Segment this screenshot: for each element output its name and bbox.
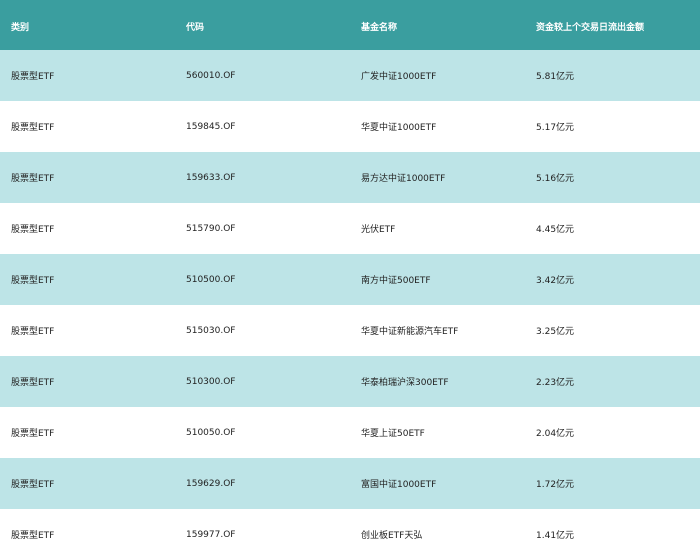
cell-category: 股票型ETF xyxy=(11,327,55,337)
table-row: 股票型ETF 560010.OF 广发中证1000ETF 5.81亿元 xyxy=(0,50,700,101)
cell-code: 560010.OF xyxy=(186,70,236,81)
cell-code: 510500.OF xyxy=(186,274,236,285)
table-row: 股票型ETF 515790.OF 光伏ETF 4.45亿元 xyxy=(0,203,700,254)
cell-code: 515030.OF xyxy=(186,325,236,336)
cell-fund-name: 华夏中证新能源汽车ETF xyxy=(361,327,459,337)
cell-outflow-amount: 1.41亿元 xyxy=(536,531,575,541)
cell-fund-name: 华夏上证50ETF xyxy=(361,429,425,439)
header-category: 类别 xyxy=(11,23,30,33)
cell-code: 159633.OF xyxy=(186,172,236,183)
table-row: 股票型ETF 515030.OF 华夏中证新能源汽车ETF 3.25亿元 xyxy=(0,305,700,356)
cell-category: 股票型ETF xyxy=(11,531,55,541)
cell-fund-name: 创业板ETF天弘 xyxy=(361,531,423,541)
cell-category: 股票型ETF xyxy=(11,378,55,388)
cell-fund-name: 光伏ETF xyxy=(361,225,396,235)
cell-category: 股票型ETF xyxy=(11,174,55,184)
cell-outflow-amount: 3.25亿元 xyxy=(536,327,575,337)
cell-category: 股票型ETF xyxy=(11,225,55,235)
cell-category: 股票型ETF xyxy=(11,123,55,133)
cell-category: 股票型ETF xyxy=(11,276,55,286)
cell-category: 股票型ETF xyxy=(11,480,55,490)
cell-code: 159845.OF xyxy=(186,121,236,132)
header-outflow-amount: 资金较上个交易日流出金额 xyxy=(536,23,645,33)
cell-outflow-amount: 4.45亿元 xyxy=(536,225,575,235)
cell-outflow-amount: 5.81亿元 xyxy=(536,72,575,82)
cell-fund-name: 广发中证1000ETF xyxy=(361,72,437,82)
cell-category: 股票型ETF xyxy=(11,72,55,82)
fund-outflow-table: 类别 代码 基金名称 资金较上个交易日流出金额 股票型ETF 560010.OF… xyxy=(0,0,700,560)
table-row: 股票型ETF 159977.OF 创业板ETF天弘 1.41亿元 xyxy=(0,509,700,560)
table-row: 股票型ETF 510300.OF 华泰柏瑞沪深300ETF 2.23亿元 xyxy=(0,356,700,407)
cell-fund-name: 华夏中证1000ETF xyxy=(361,123,437,133)
cell-code: 159977.OF xyxy=(186,529,236,540)
cell-fund-name: 南方中证500ETF xyxy=(361,276,431,286)
cell-outflow-amount: 5.16亿元 xyxy=(536,174,575,184)
cell-fund-name: 富国中证1000ETF xyxy=(361,480,437,490)
table-row: 股票型ETF 510500.OF 南方中证500ETF 3.42亿元 xyxy=(0,254,700,305)
table-row: 股票型ETF 159629.OF 富国中证1000ETF 1.72亿元 xyxy=(0,458,700,509)
cell-fund-name: 华泰柏瑞沪深300ETF xyxy=(361,378,449,388)
cell-code: 510050.OF xyxy=(186,427,236,438)
cell-code: 510300.OF xyxy=(186,376,236,387)
table-header-row: 类别 代码 基金名称 资金较上个交易日流出金额 xyxy=(0,0,700,50)
cell-outflow-amount: 1.72亿元 xyxy=(536,480,575,490)
cell-fund-name: 易方达中证1000ETF xyxy=(361,174,446,184)
cell-outflow-amount: 2.04亿元 xyxy=(536,429,575,439)
table-row: 股票型ETF 159845.OF 华夏中证1000ETF 5.17亿元 xyxy=(0,101,700,152)
cell-category: 股票型ETF xyxy=(11,429,55,439)
header-code: 代码 xyxy=(186,23,205,33)
cell-outflow-amount: 3.42亿元 xyxy=(536,276,575,286)
header-fund-name: 基金名称 xyxy=(361,23,398,33)
cell-code: 515790.OF xyxy=(186,223,236,234)
cell-outflow-amount: 2.23亿元 xyxy=(536,378,575,388)
table-row: 股票型ETF 510050.OF 华夏上证50ETF 2.04亿元 xyxy=(0,407,700,458)
cell-outflow-amount: 5.17亿元 xyxy=(536,123,575,133)
table-row: 股票型ETF 159633.OF 易方达中证1000ETF 5.16亿元 xyxy=(0,152,700,203)
cell-code: 159629.OF xyxy=(186,478,236,489)
